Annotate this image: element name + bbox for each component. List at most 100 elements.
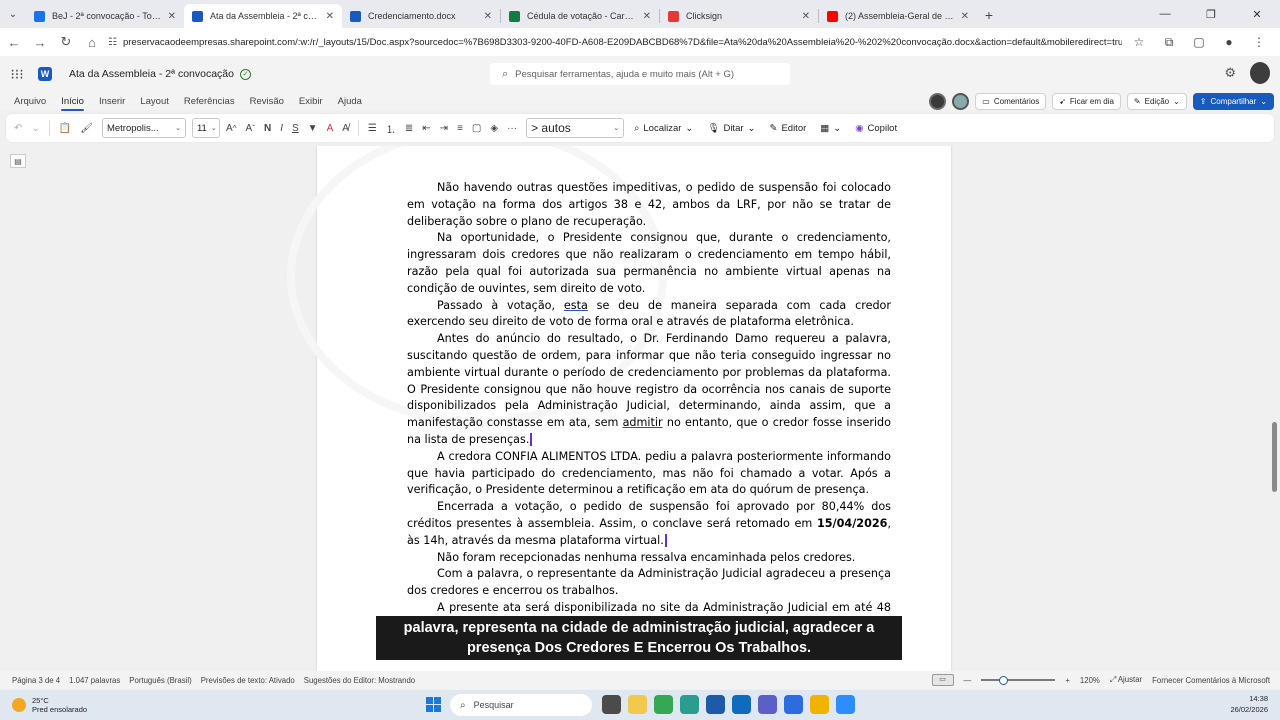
file-explorer-icon[interactable]: [628, 695, 647, 714]
ribbon-tab[interactable]: Inserir: [99, 92, 125, 110]
word-logo-icon[interactable]: W: [38, 67, 52, 81]
document-title[interactable]: Ata da Assembleia - 2ª convocação: [69, 68, 234, 80]
collaborator-avatar[interactable]: [952, 92, 970, 110]
word-count[interactable]: 1.047 palavras: [69, 676, 120, 685]
find-button[interactable]: ⌕ Localizar ⌄: [634, 123, 693, 134]
clipboard-icon[interactable]: 📋: [59, 123, 71, 134]
browser-tab[interactable]: Cédula de votação - Carnes Fri ✕: [501, 4, 659, 28]
zoom-in-icon[interactable]: +: [1065, 676, 1070, 685]
redo-dropdown-icon[interactable]: ⌄: [31, 123, 39, 134]
weather-widget[interactable]: 25°C Pred ensolarado: [12, 696, 87, 714]
close-tab-icon[interactable]: ✕: [643, 11, 651, 22]
vertical-scrollbar[interactable]: [1270, 146, 1280, 671]
font-name-select[interactable]: Metropolis... ⌄: [101, 118, 186, 138]
more-menu-icon[interactable]: ⋮: [1248, 35, 1270, 49]
add-ins-button[interactable]: ▦ ⌄: [820, 123, 841, 134]
decrease-indent-icon[interactable]: ⇤: [422, 123, 430, 134]
borders-icon[interactable]: ▢: [472, 123, 481, 134]
close-window-icon[interactable]: ✕: [1234, 0, 1280, 28]
search-box[interactable]: ⌕ Pesquisar ferramentas, ajuda e muito m…: [490, 63, 790, 85]
collaborator-avatar[interactable]: [929, 92, 947, 110]
zoom-out-icon[interactable]: —: [964, 676, 972, 685]
share-button[interactable]: ⇪ Compartilhar ⌄: [1192, 92, 1274, 110]
document-paragraph[interactable]: Antes do anúncio do resultado, o Dr. Fer…: [407, 331, 891, 449]
ribbon-tab[interactable]: Layout: [140, 92, 169, 110]
close-tab-icon[interactable]: ✕: [961, 11, 969, 22]
new-tab-button[interactable]: +: [977, 7, 1001, 23]
document-paragraph[interactable]: Não foram recepcionadas nenhuma ressalva…: [407, 550, 891, 567]
editor-button[interactable]: ✎ Editor: [769, 123, 806, 134]
numbering-icon[interactable]: ⒈: [386, 121, 396, 136]
sticky-notes-icon[interactable]: [810, 695, 829, 714]
editor-suggestions[interactable]: Sugestões do Editor: Mostrando: [304, 676, 415, 685]
shading-icon[interactable]: ◈: [490, 123, 498, 134]
close-tab-icon[interactable]: ✕: [484, 11, 492, 22]
grow-font-icon[interactable]: A ^: [226, 123, 237, 134]
minimize-icon[interactable]: —: [1142, 0, 1188, 28]
bold-icon[interactable]: N: [264, 123, 271, 134]
zoom-slider[interactable]: [981, 676, 1056, 685]
browser-tab[interactable]: (2) Assembleia-Geral de Credo ✕: [819, 4, 977, 28]
system-clock[interactable]: 14:38 26/02/2026: [1230, 693, 1268, 715]
saved-status-icon[interactable]: ✓: [239, 68, 251, 80]
taskbar-search[interactable]: ⌕ Pesquisar: [450, 694, 592, 716]
reload-icon[interactable]: ↻: [54, 30, 78, 54]
url-field[interactable]: ☷ preservacaodeempresas.sharepoint.com/:…: [108, 30, 1122, 54]
document-paragraph[interactable]: Passado à votação, esta se deu de maneir…: [407, 298, 891, 332]
underline-icon[interactable]: S: [292, 123, 299, 134]
format-painter-icon[interactable]: 🖌: [80, 123, 93, 134]
split-view-icon[interactable]: ▢: [1188, 35, 1210, 49]
document-paragraph[interactable]: A credora CONFIA ALIMENTOS LTDA. pediu a…: [407, 449, 891, 499]
bullets-icon[interactable]: ☰: [368, 123, 377, 134]
copilot-button[interactable]: ◉ Copilot: [855, 123, 897, 134]
align-icon[interactable]: ≡: [457, 123, 463, 134]
style-select[interactable]: > autos ⌄: [526, 118, 625, 138]
chrome-icon[interactable]: [654, 695, 673, 714]
highlight-icon[interactable]: ▼: [308, 123, 318, 134]
fit-button[interactable]: ⤢ Ajustar: [1110, 675, 1142, 685]
close-tab-icon[interactable]: ✕: [802, 11, 810, 22]
extensions-icon[interactable]: ⧉: [1158, 35, 1180, 50]
multilevel-list-icon[interactable]: ≣: [405, 123, 413, 134]
editing-mode-button[interactable]: ✎ Edição ⌄: [1126, 92, 1187, 110]
restore-icon[interactable]: ❐: [1188, 0, 1234, 28]
scrollbar-thumb[interactable]: [1272, 422, 1277, 492]
home-icon[interactable]: ⌂: [80, 30, 104, 54]
browser-tab[interactable]: Clicksign ✕: [660, 4, 818, 28]
navigation-pane-icon[interactable]: ▤: [10, 154, 26, 168]
zoom-level[interactable]: 120%: [1080, 676, 1100, 685]
catch-up-button[interactable]: ➹ Ficar em dia: [1052, 92, 1121, 110]
document-paragraph[interactable]: Não havendo outras questões impeditivas,…: [407, 180, 891, 230]
increase-indent-icon[interactable]: ⇥: [440, 123, 448, 134]
zoom-app-icon[interactable]: [836, 695, 855, 714]
page-count[interactable]: Página 3 de 4: [12, 676, 60, 685]
start-button[interactable]: [426, 697, 441, 712]
comments-button[interactable]: ▭ Comentários: [975, 92, 1047, 110]
page-view-icon[interactable]: ▭: [931, 674, 954, 686]
dictate-button[interactable]: 🎙 Ditar ⌄: [707, 123, 755, 134]
close-tab-icon[interactable]: ✕: [326, 11, 334, 22]
ribbon-tab[interactable]: Ajuda: [338, 92, 362, 110]
app-launcher-icon[interactable]: ⁝⁝⁝: [0, 66, 34, 83]
browser-tab[interactable]: BeJ - 2ª convocação - Todos os ✕: [26, 4, 184, 28]
profile-icon[interactable]: ●: [1218, 35, 1240, 49]
ribbon-tab[interactable]: Exibir: [299, 92, 323, 110]
avatar[interactable]: [1250, 62, 1270, 84]
document-paragraph[interactable]: Com a palavra, o representante da Admini…: [407, 566, 891, 600]
browser-tab[interactable]: Ata da Assembleia - 2ª convoca ✕: [184, 4, 342, 28]
document-page[interactable]: Não havendo outras questões impeditivas,…: [287, 146, 951, 671]
feedback-link[interactable]: Fornecer Comentários à Microsoft: [1152, 676, 1270, 685]
gear-icon[interactable]: ⚙: [1224, 65, 1236, 81]
back-icon[interactable]: ←: [2, 30, 26, 54]
language[interactable]: Português (Brasil): [129, 676, 191, 685]
italic-icon[interactable]: I: [280, 123, 283, 134]
site-info-icon[interactable]: ☷: [108, 37, 117, 48]
browser-tab[interactable]: Credenciamento.docx ✕: [342, 4, 500, 28]
font-size-select[interactable]: 11 ⌄: [191, 118, 220, 138]
document-paragraph[interactable]: Na oportunidade, o Presidente consignou …: [407, 230, 891, 297]
ribbon-tab[interactable]: Referências: [184, 92, 235, 110]
task-view-icon[interactable]: [602, 695, 621, 714]
store-icon[interactable]: [706, 695, 725, 714]
close-tab-icon[interactable]: ✕: [168, 11, 176, 22]
ribbon-tab[interactable]: Início: [61, 92, 84, 111]
